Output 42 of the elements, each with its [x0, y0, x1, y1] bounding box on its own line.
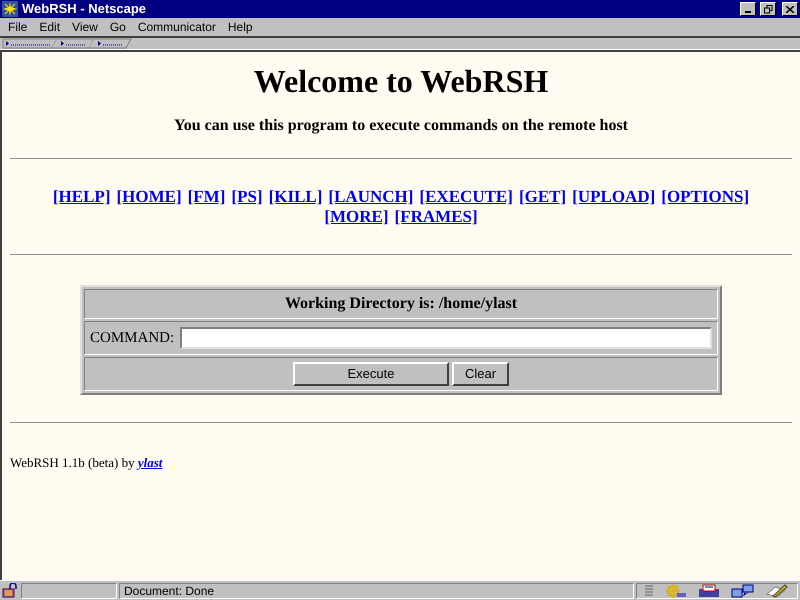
clear-button[interactable]: Clear: [452, 362, 509, 386]
nav-link[interactable]: [EXECUTE]: [419, 187, 513, 207]
status-text: Document: Done: [124, 582, 214, 600]
nav-link[interactable]: [KILL]: [268, 187, 322, 207]
form-header: Working Directory is: /home/ylast: [284, 294, 518, 314]
nav-link[interactable]: [GET]: [518, 187, 566, 207]
chat-bubbles-icon[interactable]: [731, 584, 755, 598]
nav-link[interactable]: [FRAMES]: [394, 207, 478, 227]
menu-item[interactable]: File: [2, 18, 34, 36]
nav-link[interactable]: [HELP]: [52, 187, 110, 207]
nav-link[interactable]: [HOME]: [116, 187, 182, 207]
command-input-field[interactable]: [180, 327, 712, 349]
execute-button[interactable]: Execute: [293, 362, 449, 386]
collapsed-toolbar-tabs[interactable]: [2, 38, 132, 49]
menu-item[interactable]: Edit: [33, 18, 66, 36]
author-link[interactable]: ylast: [138, 455, 162, 470]
command-label: COMMAND:: [90, 328, 174, 348]
pen-paper-icon[interactable]: [765, 584, 789, 598]
menu-item[interactable]: Communicator: [132, 18, 222, 36]
security-lock-icon[interactable]: [2, 583, 19, 598]
nav-link[interactable]: [FM]: [188, 187, 226, 207]
minimize-button[interactable]: [740, 2, 756, 16]
nav-link[interactable]: [OPTIONS]: [661, 187, 750, 207]
menu-item[interactable]: Go: [104, 18, 132, 36]
restore-icon: [764, 4, 772, 14]
app-icon: [2, 1, 18, 17]
page-heading: Welcome to WebRSH: [252, 62, 550, 101]
nav-link[interactable]: [LAUNCH]: [328, 187, 414, 207]
footer-text: WebRSH 1.1b (beta) by: [10, 455, 136, 470]
close-button[interactable]: [782, 2, 798, 16]
menu-item[interactable]: View: [66, 18, 104, 36]
restore-button[interactable]: [760, 2, 776, 16]
mailbox-icon[interactable]: [697, 584, 721, 598]
window-title: WebRSH - Netscape: [22, 0, 148, 18]
nav-link[interactable]: [MORE]: [324, 207, 389, 227]
menu-item[interactable]: Help: [222, 18, 259, 36]
grip-icon: [645, 584, 653, 598]
nav-link[interactable]: [UPLOAD]: [572, 187, 656, 207]
page-subtitle: You can use this program to execute commands on the remote host: [172, 116, 630, 136]
nav-link[interactable]: [PS]: [231, 187, 263, 207]
ship-wheel-icon[interactable]: [663, 584, 687, 598]
close-icon: [786, 6, 794, 12]
